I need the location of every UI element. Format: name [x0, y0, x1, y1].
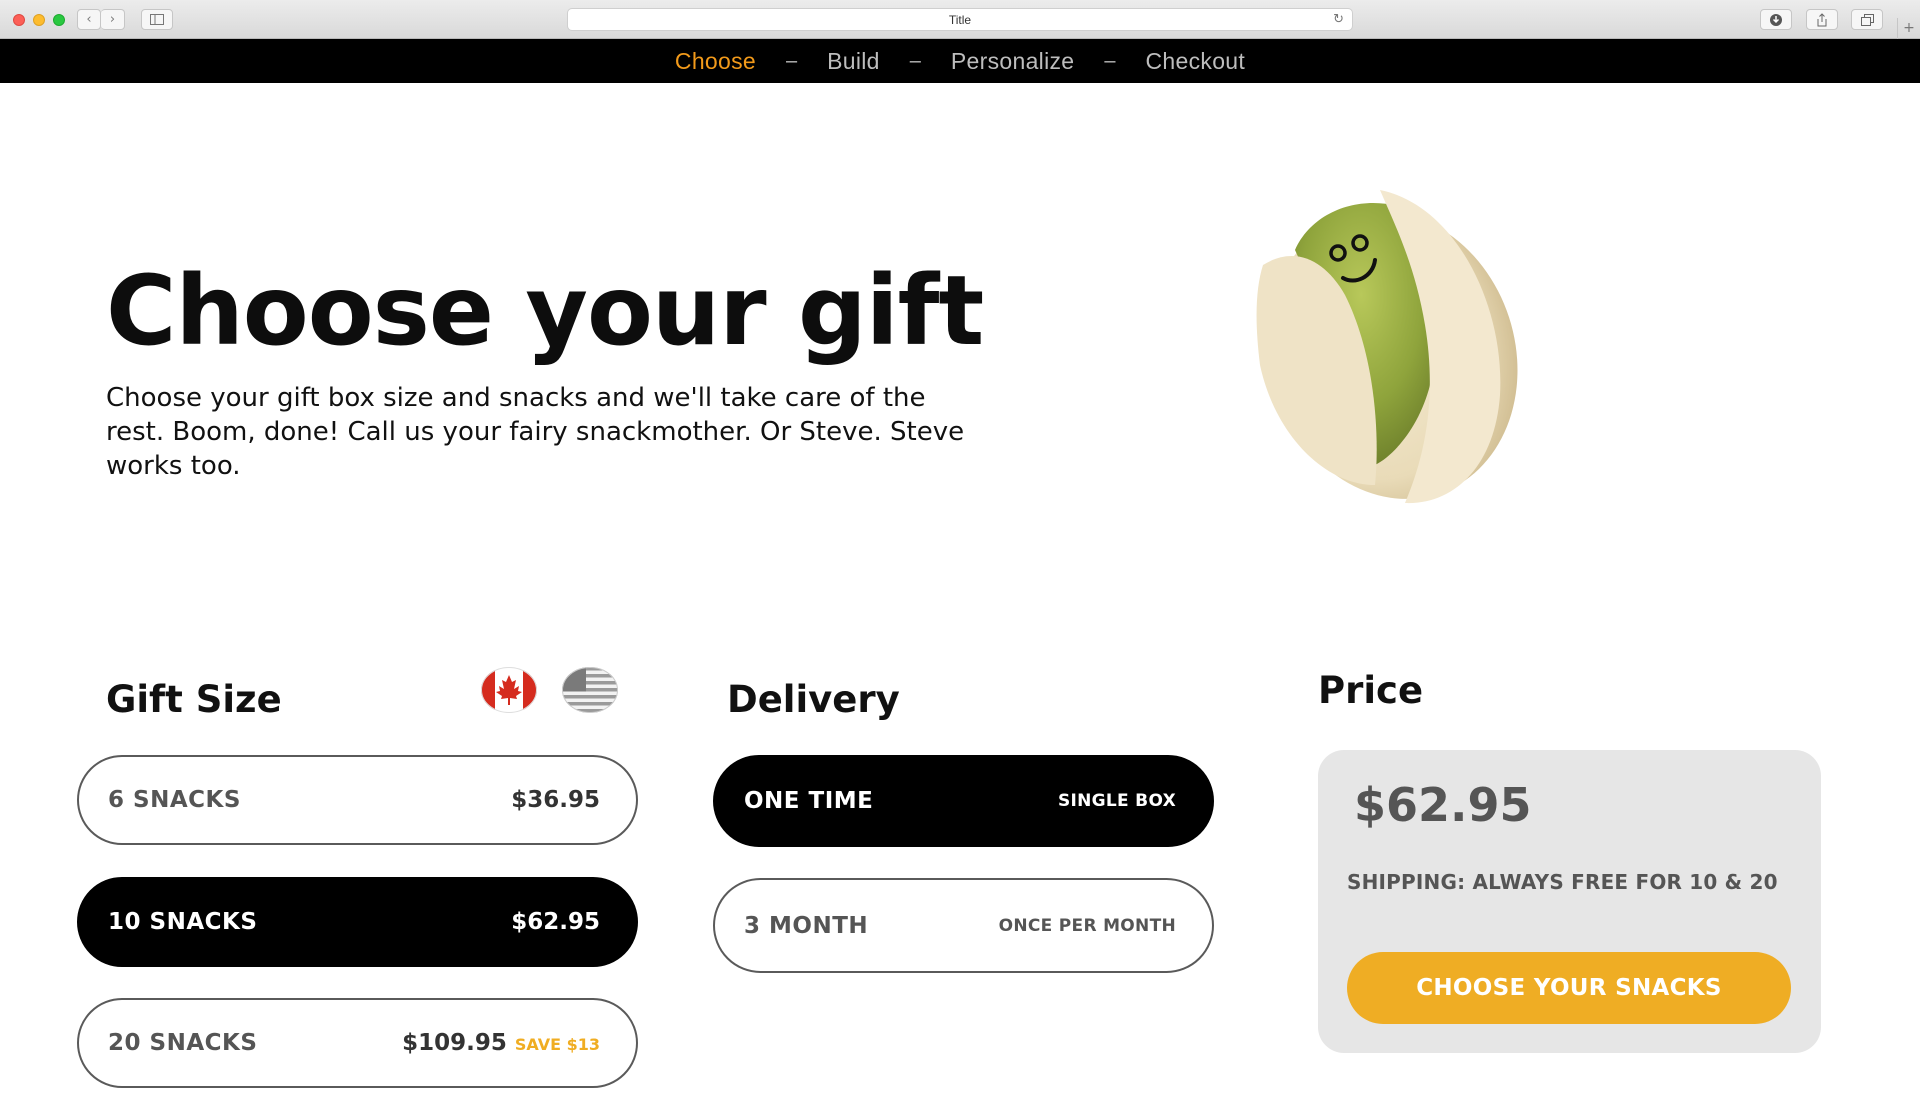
price-summary-card: $62.95 SHIPPING: ALWAYS FREE FOR 10 & 20…: [1318, 750, 1821, 1053]
hero-title: Choose your gift: [106, 255, 984, 367]
gift-size-option-20[interactable]: 20 SNACKS $109.95 SAVE $13: [77, 998, 638, 1088]
option-price-group: $109.95 SAVE $13: [402, 1030, 600, 1056]
savings-badge: SAVE $13: [514, 1035, 600, 1054]
choose-your-snacks-button[interactable]: CHOOSE YOUR SNACKS: [1347, 952, 1791, 1024]
delivery-option-one-time[interactable]: ONE TIME SINGLE BOX: [713, 755, 1214, 847]
step-build[interactable]: Build: [827, 48, 880, 75]
delivery-heading: Delivery: [727, 678, 900, 721]
option-label: 3 MONTH: [744, 912, 869, 939]
pistachio-mascot-image: [1256, 190, 1518, 504]
step-checkout[interactable]: Checkout: [1146, 48, 1246, 75]
zoom-window-icon[interactable]: [53, 14, 65, 26]
option-label: ONE TIME: [744, 788, 874, 814]
new-tab-icon[interactable]: +: [1897, 18, 1920, 39]
browser-toolbar: ‹ › Title ↻ +: [0, 0, 1920, 39]
option-price: $36.95: [511, 787, 600, 813]
forward-icon[interactable]: ›: [101, 9, 125, 30]
shipping-info: SHIPPING: ALWAYS FREE FOR 10 & 20: [1347, 870, 1778, 894]
total-price: $62.95: [1354, 778, 1532, 832]
delivery-option-3-month[interactable]: 3 MONTH ONCE PER MONTH: [713, 878, 1214, 973]
reload-icon[interactable]: ↻: [1333, 12, 1344, 27]
gift-size-heading: Gift Size: [106, 678, 282, 721]
minimize-window-icon[interactable]: [33, 14, 45, 26]
checkout-steps-nav: Choose – Build – Personalize – Checkout: [0, 39, 1920, 83]
option-label: 10 SNACKS: [108, 909, 258, 935]
back-icon[interactable]: ‹: [77, 9, 101, 30]
price-heading: Price: [1318, 669, 1424, 712]
option-label: 20 SNACKS: [108, 1030, 258, 1056]
canada-flag-icon[interactable]: [481, 667, 537, 713]
tabs-icon[interactable]: [1851, 9, 1883, 30]
page-title: Title: [948, 13, 972, 27]
step-separator: –: [1104, 49, 1116, 72]
step-separator: –: [909, 49, 921, 72]
sidebar-icon[interactable]: [141, 9, 173, 30]
download-icon[interactable]: [1760, 9, 1792, 30]
option-price: $62.95: [511, 909, 600, 935]
step-choose[interactable]: Choose: [675, 48, 756, 75]
option-price: $109.95: [402, 1030, 507, 1056]
option-label: 6 SNACKS: [108, 787, 241, 813]
gift-size-option-6[interactable]: 6 SNACKS $36.95: [77, 755, 638, 845]
address-bar[interactable]: Title ↻: [567, 8, 1353, 31]
step-personalize[interactable]: Personalize: [951, 48, 1074, 75]
usa-flag-icon[interactable]: [562, 667, 618, 713]
close-window-icon[interactable]: [13, 14, 25, 26]
option-note: SINGLE BOX: [1057, 791, 1176, 811]
gift-size-option-10[interactable]: 10 SNACKS $62.95: [77, 877, 638, 967]
hero-description: Choose your gift box size and snacks and…: [106, 383, 965, 481]
step-separator: –: [785, 49, 798, 72]
option-note: ONCE PER MONTH: [998, 915, 1176, 936]
share-icon[interactable]: [1806, 9, 1838, 30]
